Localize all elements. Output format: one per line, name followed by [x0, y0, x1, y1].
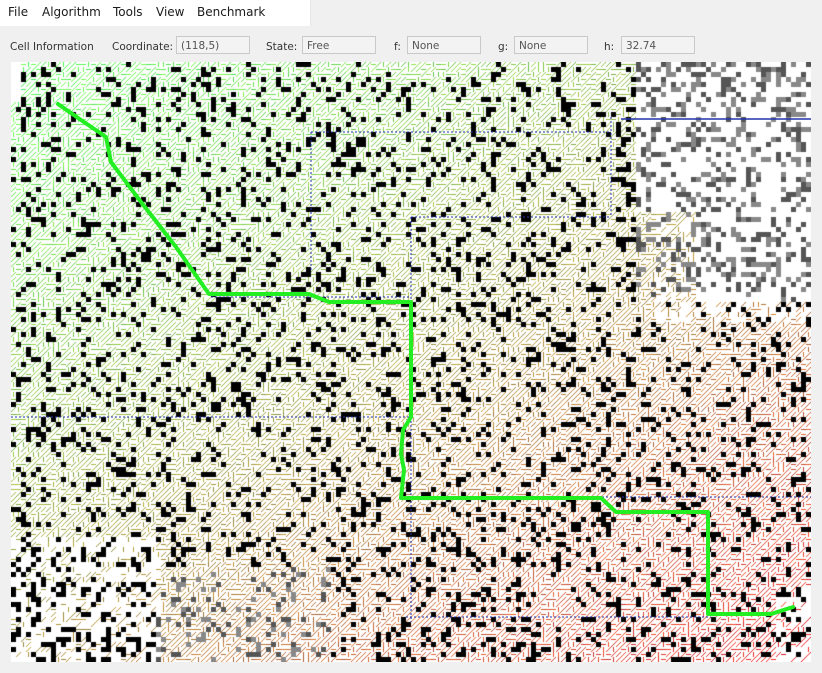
menu-benchmark[interactable]: Benchmark — [195, 3, 267, 21]
f-field: None — [407, 36, 481, 54]
found-path — [56, 102, 795, 616]
h-label: h: — [604, 41, 615, 53]
g-label: g: — [498, 41, 509, 53]
state-field: Free — [302, 36, 376, 54]
menu-view[interactable]: View — [154, 3, 186, 21]
h-field: 32.74 — [621, 36, 695, 54]
cell-information-title: Cell Information — [10, 41, 94, 53]
menu-algorithm[interactable]: Algorithm — [40, 3, 103, 21]
g-field: None — [514, 36, 588, 54]
grid-map-canvas[interactable] — [11, 62, 811, 662]
menu-bar: File Algorithm Tools View Benchmark — [0, 0, 311, 26]
f-label: f: — [394, 41, 401, 53]
menu-tools[interactable]: Tools — [111, 3, 145, 21]
coordinate-field: (118,5) — [176, 36, 250, 54]
state-label: State: — [266, 41, 298, 53]
cell-information-bar: Cell Information Coordinate: (118,5) Sta… — [0, 30, 822, 62]
coordinate-label: Coordinate: — [112, 41, 174, 53]
overlay-layer — [11, 102, 811, 622]
menu-file[interactable]: File — [6, 3, 30, 21]
